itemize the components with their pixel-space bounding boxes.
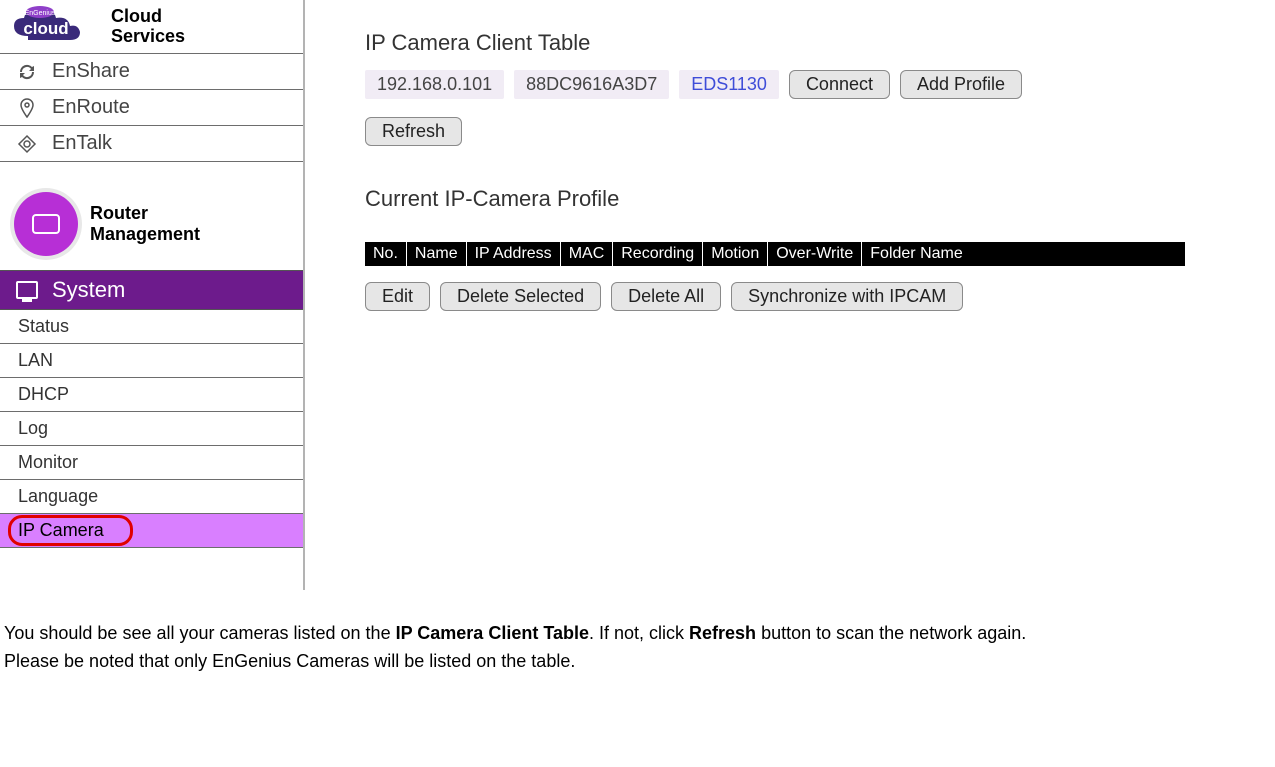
sidebar-item-label: System	[52, 277, 125, 303]
svg-text:cloud: cloud	[23, 19, 68, 38]
instruction-bold: IP Camera Client Table	[396, 623, 589, 643]
instruction-bold: Refresh	[689, 623, 756, 643]
sidebar-item-monitor[interactable]: Monitor	[0, 446, 303, 480]
profile-header-cell: Folder Name	[862, 242, 1185, 266]
instruction-fragment: Please be noted that only EnGenius Camer…	[4, 651, 575, 671]
cloud-service-label: EnTalk	[52, 132, 112, 155]
sidebar-item-log[interactable]: Log	[0, 412, 303, 446]
cloud-service-entalk[interactable]: EnTalk	[0, 125, 303, 162]
cloud-service-enroute[interactable]: EnRoute	[0, 89, 303, 125]
client-model: EDS1130	[679, 70, 779, 99]
delete-all-button[interactable]: Delete All	[611, 282, 721, 311]
router-title-line1: Router	[90, 203, 200, 224]
sidebar-item-ip-camera[interactable]: IP Camera	[0, 514, 303, 548]
profile-header-cell: MAC	[561, 242, 614, 266]
profile-header-cell: Over-Write	[768, 242, 862, 266]
cloud-service-label: EnShare	[52, 60, 130, 83]
instruction-fragment: You should be see all your cameras liste…	[4, 623, 396, 643]
sidebar-item-system[interactable]: System	[0, 270, 303, 310]
app-frame: EnGenius cloud Cloud Services EnShare En…	[0, 0, 1275, 590]
sidebar-item-dhcp[interactable]: DHCP	[0, 378, 303, 412]
client-table-title: IP Camera Client Table	[365, 30, 1245, 56]
monitor-icon	[16, 281, 38, 299]
pin-icon	[16, 97, 38, 119]
router-icon	[14, 192, 78, 256]
profile-header-cell: Name	[407, 242, 467, 266]
instruction-text: You should be see all your cameras liste…	[0, 590, 1275, 686]
client-ip: 192.168.0.101	[365, 70, 504, 99]
sidebar-item-lan[interactable]: LAN	[0, 344, 303, 378]
brand-header: EnGenius cloud Cloud Services	[0, 0, 303, 53]
client-mac: 88DC9616A3D7	[514, 70, 669, 99]
brand-title: Cloud Services	[111, 7, 185, 47]
profile-section-title: Current IP-Camera Profile	[365, 186, 1245, 212]
instruction-fragment: . If not, click	[589, 623, 689, 643]
profile-table-header: No.NameIP AddressMACRecordingMotionOver-…	[365, 242, 1185, 266]
connect-button[interactable]: Connect	[789, 70, 890, 99]
sync-icon	[16, 61, 38, 83]
router-management-header: Router Management	[0, 162, 303, 270]
edit-button[interactable]: Edit	[365, 282, 430, 311]
sidebar: EnGenius cloud Cloud Services EnShare En…	[0, 0, 305, 590]
profile-header-cell: IP Address	[467, 242, 561, 266]
cloud-service-enshare[interactable]: EnShare	[0, 53, 303, 89]
svg-text:EnGenius: EnGenius	[25, 10, 56, 17]
cloud-logo-icon: EnGenius cloud	[6, 4, 101, 49]
cloud-service-label: EnRoute	[52, 96, 130, 119]
add-profile-button[interactable]: Add Profile	[900, 70, 1022, 99]
delete-selected-button[interactable]: Delete Selected	[440, 282, 601, 311]
profile-header-cell: Recording	[613, 242, 703, 266]
profile-header-cell: Motion	[703, 242, 768, 266]
brand-title-line1: Cloud	[111, 7, 185, 27]
router-management-title: Router Management	[90, 203, 200, 244]
refresh-button[interactable]: Refresh	[365, 117, 462, 146]
brand-title-line2: Services	[111, 27, 185, 47]
sidebar-item-language[interactable]: Language	[0, 480, 303, 514]
client-table-row: 192.168.0.101 88DC9616A3D7 EDS1130 Conne…	[365, 70, 1245, 99]
router-title-line2: Management	[90, 224, 200, 245]
synchronize-button[interactable]: Synchronize with IPCAM	[731, 282, 963, 311]
sidebar-item-status[interactable]: Status	[0, 310, 303, 344]
talk-icon	[16, 133, 38, 155]
profile-action-row: Edit Delete Selected Delete All Synchron…	[365, 282, 1245, 311]
instruction-fragment: button to scan the network again.	[756, 623, 1026, 643]
main-content: IP Camera Client Table 192.168.0.101 88D…	[305, 0, 1275, 590]
highlight-ring	[8, 515, 133, 546]
profile-header-cell: No.	[365, 242, 407, 266]
